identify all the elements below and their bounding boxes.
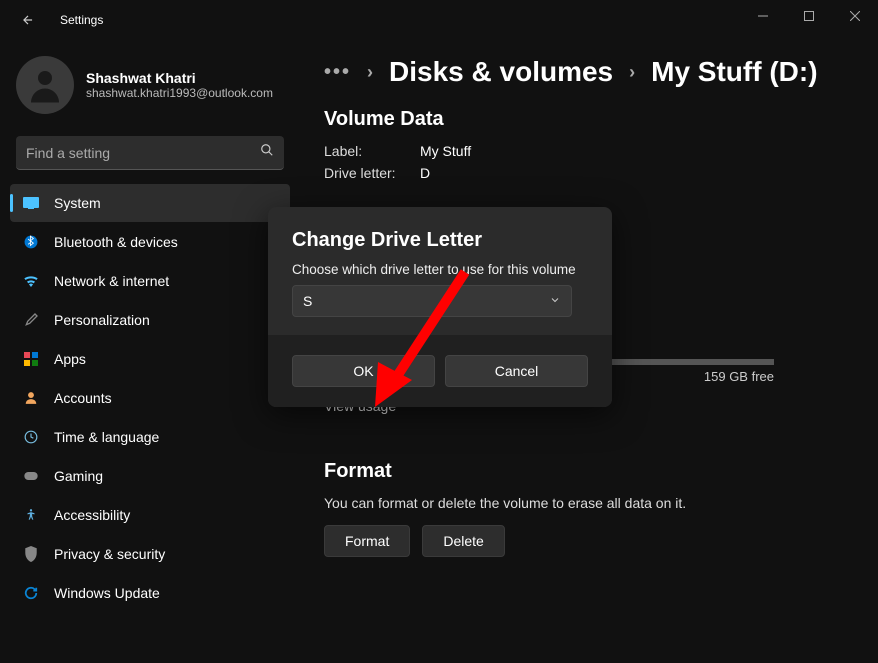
- accessibility-icon: [22, 506, 40, 524]
- dialog-desc: Choose which drive letter to use for thi…: [292, 262, 588, 277]
- person-icon: [22, 389, 40, 407]
- nav-label: Personalization: [54, 312, 150, 328]
- close-button[interactable]: [832, 0, 878, 32]
- change-drive-letter-dialog: Change Drive Letter Choose which drive l…: [268, 207, 612, 407]
- update-icon: [22, 584, 40, 602]
- chevron-right-icon: ›: [367, 62, 373, 83]
- breadcrumb: ••• › Disks & volumes › My Stuff (D:): [324, 56, 838, 88]
- avatar: [16, 56, 74, 114]
- nav-item-gaming[interactable]: Gaming: [10, 457, 290, 495]
- search-input[interactable]: [26, 145, 260, 161]
- search-icon: [260, 143, 274, 162]
- back-button[interactable]: [16, 8, 40, 32]
- nav-label: Apps: [54, 351, 86, 367]
- cancel-button[interactable]: Cancel: [445, 355, 588, 387]
- delete-button[interactable]: Delete: [422, 525, 504, 557]
- nav-item-time[interactable]: Time & language: [10, 418, 290, 456]
- bluetooth-icon: [22, 233, 40, 251]
- breadcrumb-disks[interactable]: Disks & volumes: [389, 56, 613, 88]
- select-value: S: [303, 293, 312, 309]
- brush-icon: [22, 311, 40, 329]
- sidebar: Shashwat Khatri shashwat.khatri1993@outl…: [0, 40, 300, 663]
- drive-letter-select[interactable]: S: [292, 285, 572, 317]
- breadcrumb-current: My Stuff (D:): [651, 56, 817, 88]
- user-name: Shashwat Khatri: [86, 70, 273, 86]
- dialog-title: Change Drive Letter: [292, 229, 588, 252]
- titlebar: Settings: [0, 0, 878, 40]
- user-block[interactable]: Shashwat Khatri shashwat.khatri1993@outl…: [0, 50, 300, 128]
- nav-label: Accounts: [54, 390, 112, 406]
- nav-item-update[interactable]: Windows Update: [10, 574, 290, 612]
- nav-label: Privacy & security: [54, 546, 165, 562]
- search-box[interactable]: [16, 136, 284, 170]
- chevron-right-icon: ›: [629, 62, 635, 83]
- minimize-button[interactable]: [740, 0, 786, 32]
- window-title: Settings: [60, 13, 103, 27]
- nav-item-privacy[interactable]: Privacy & security: [10, 535, 290, 573]
- nav-item-apps[interactable]: Apps: [10, 340, 290, 378]
- letter-key: Drive letter:: [324, 165, 420, 181]
- window-controls: [740, 0, 878, 32]
- monitor-icon: [22, 194, 40, 212]
- letter-value: D: [420, 165, 430, 181]
- nav-item-accounts[interactable]: Accounts: [10, 379, 290, 417]
- nav-label: Network & internet: [54, 273, 169, 289]
- settings-window: Settings Shashwat Khatri shashwat.khatri…: [0, 0, 878, 663]
- wifi-icon: [22, 272, 40, 290]
- nav-item-accessibility[interactable]: Accessibility: [10, 496, 290, 534]
- nav-label: Time & language: [54, 429, 159, 445]
- nav: System Bluetooth & devices Network & int…: [0, 184, 300, 612]
- label-key: Label:: [324, 143, 420, 159]
- nav-label: System: [54, 195, 101, 211]
- format-title: Format: [324, 460, 838, 483]
- nav-item-system[interactable]: System: [10, 184, 290, 222]
- grid-icon: [22, 350, 40, 368]
- nav-label: Accessibility: [54, 507, 130, 523]
- shield-icon: [22, 545, 40, 563]
- nav-item-network[interactable]: Network & internet: [10, 262, 290, 300]
- nav-label: Bluetooth & devices: [54, 234, 178, 250]
- breadcrumb-more[interactable]: •••: [324, 61, 351, 84]
- user-email: shashwat.khatri1993@outlook.com: [86, 86, 273, 100]
- maximize-button[interactable]: [786, 0, 832, 32]
- chevron-down-icon: [549, 293, 561, 309]
- label-value: My Stuff: [420, 143, 471, 159]
- format-desc: You can format or delete the volume to e…: [324, 495, 838, 511]
- nav-item-bluetooth[interactable]: Bluetooth & devices: [10, 223, 290, 261]
- volume-data-title: Volume Data: [324, 108, 838, 131]
- nav-label: Windows Update: [54, 585, 160, 601]
- clock-icon: [22, 428, 40, 446]
- nav-label: Gaming: [54, 468, 103, 484]
- gamepad-icon: [22, 467, 40, 485]
- format-button[interactable]: Format: [324, 525, 410, 557]
- ok-button[interactable]: OK: [292, 355, 435, 387]
- nav-item-personalization[interactable]: Personalization: [10, 301, 290, 339]
